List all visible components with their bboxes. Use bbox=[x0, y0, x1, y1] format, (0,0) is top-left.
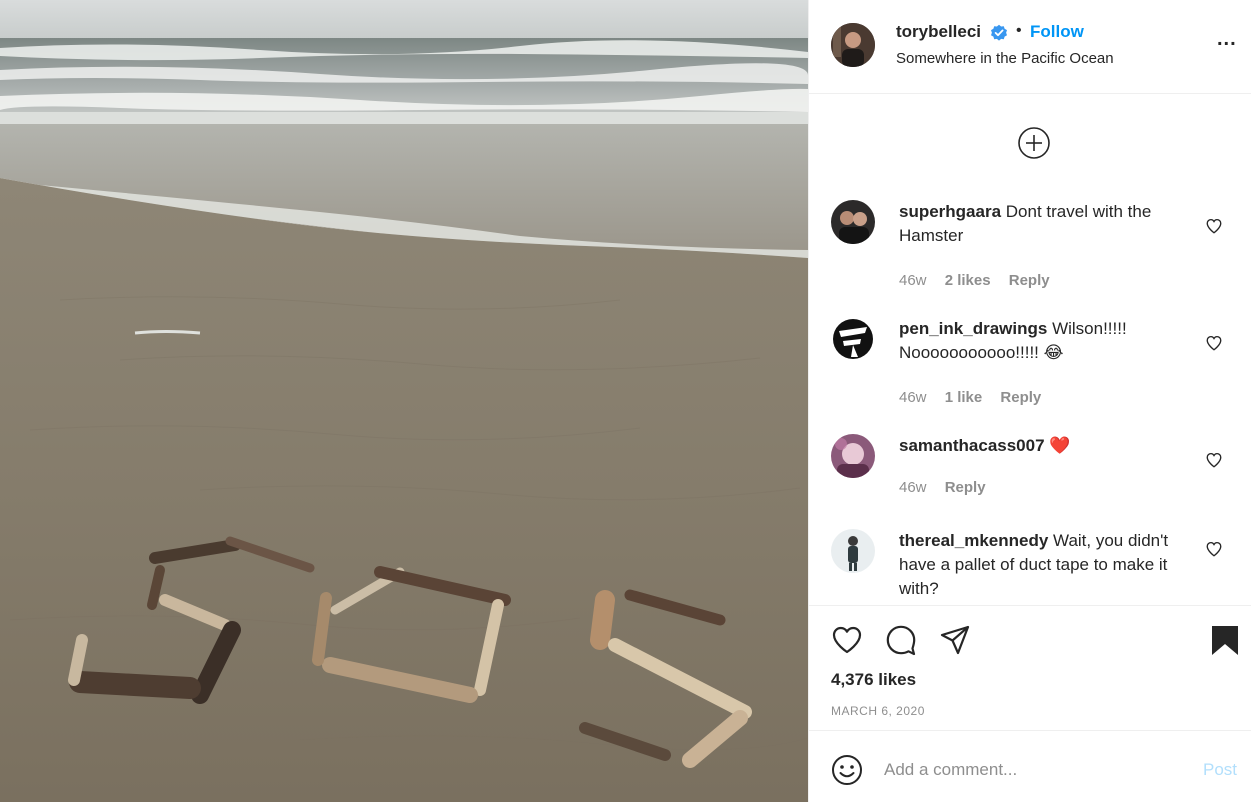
author-avatar[interactable] bbox=[831, 23, 875, 67]
author-username[interactable]: torybelleci bbox=[896, 22, 981, 42]
commenter-avatar-image bbox=[831, 200, 875, 244]
post-location[interactable]: Somewhere in the Pacific Ocean bbox=[896, 50, 1114, 67]
reply-button[interactable]: Reply bbox=[1009, 272, 1050, 289]
heart-outline-icon[interactable] bbox=[831, 624, 863, 656]
post-side-panel: torybelleci • Follow Somewhere in the Pa… bbox=[808, 0, 1251, 802]
comment-time[interactable]: 46w bbox=[899, 272, 927, 289]
verified-badge-icon bbox=[991, 24, 1007, 41]
bookmark-filled-icon[interactable] bbox=[1209, 624, 1241, 656]
comment-meta: 46w 2 likes Reply bbox=[899, 272, 1064, 289]
commenter-username[interactable]: samanthacass007 bbox=[899, 436, 1045, 455]
beach-sos-image bbox=[0, 0, 808, 802]
comment-likes[interactable]: 2 likes bbox=[945, 272, 991, 289]
author-avatar-image bbox=[831, 23, 875, 67]
header-separator: • bbox=[1016, 22, 1022, 39]
post-photo[interactable] bbox=[0, 0, 808, 802]
reply-button[interactable]: Reply bbox=[1000, 389, 1041, 406]
commenter-avatar-image bbox=[831, 529, 875, 573]
heart-outline-icon[interactable] bbox=[1205, 451, 1223, 469]
commenter-username[interactable]: pen_ink_drawings bbox=[899, 319, 1047, 338]
speech-bubble-icon[interactable] bbox=[885, 624, 917, 656]
commenter-avatar[interactable] bbox=[831, 317, 875, 361]
comment-input[interactable] bbox=[884, 755, 1184, 785]
post-comment-button[interactable]: Post bbox=[1203, 760, 1237, 780]
commenter-avatar[interactable] bbox=[831, 529, 875, 573]
post-date[interactable]: MARCH 6, 2020 bbox=[831, 704, 925, 718]
commenter-avatar[interactable] bbox=[831, 200, 875, 244]
comment-meta: 46w 1 like Reply bbox=[899, 389, 1055, 406]
commenter-username[interactable]: superhgaara bbox=[899, 202, 1001, 221]
comment-text: ❤️ bbox=[1049, 436, 1071, 455]
comment-meta: 46w Reply bbox=[899, 479, 1000, 496]
post-actions: 4,376 likes MARCH 6, 2020 bbox=[809, 605, 1251, 730]
more-options-icon[interactable]: ... bbox=[1217, 29, 1241, 56]
add-comment-bar: Post bbox=[809, 730, 1251, 802]
commenter-avatar-image bbox=[831, 317, 875, 361]
commenter-avatar[interactable] bbox=[831, 434, 875, 478]
follow-button[interactable]: Follow bbox=[1030, 22, 1084, 42]
comments-list: superhgaara Dont travel with the Hamster… bbox=[809, 95, 1251, 605]
commenter-avatar-image bbox=[831, 434, 875, 478]
heart-outline-icon[interactable] bbox=[1205, 540, 1223, 558]
comment-likes[interactable]: 1 like bbox=[945, 389, 983, 406]
smiley-icon[interactable] bbox=[831, 754, 863, 786]
post-header: torybelleci • Follow Somewhere in the Pa… bbox=[809, 0, 1251, 94]
comment-time[interactable]: 46w bbox=[899, 479, 927, 496]
heart-outline-icon[interactable] bbox=[1205, 217, 1223, 235]
likes-count[interactable]: 4,376 likes bbox=[831, 670, 916, 690]
comment-time[interactable]: 46w bbox=[899, 389, 927, 406]
paper-plane-icon[interactable] bbox=[939, 624, 971, 656]
heart-outline-icon[interactable] bbox=[1205, 334, 1223, 352]
plus-circle-icon[interactable] bbox=[1017, 126, 1051, 160]
reply-button[interactable]: Reply bbox=[945, 479, 986, 496]
commenter-username[interactable]: thereal_mkennedy bbox=[899, 531, 1048, 550]
